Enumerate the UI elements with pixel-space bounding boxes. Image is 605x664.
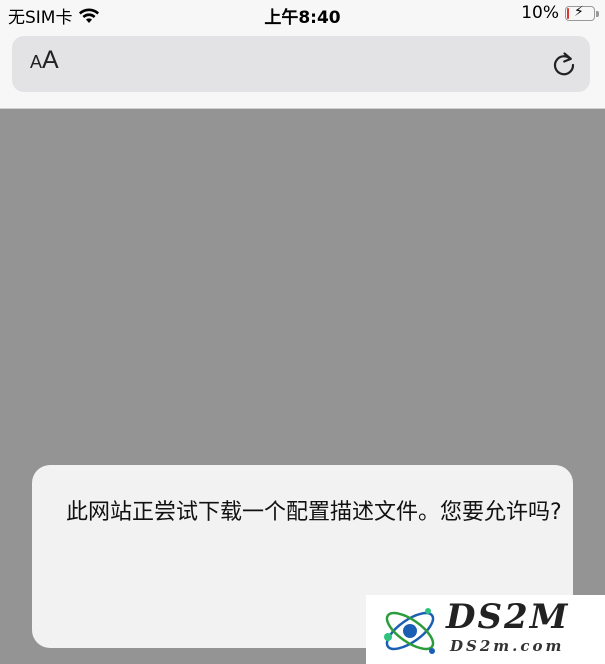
address-bar[interactable]: AA xyxy=(12,36,590,92)
watermark: DS2M DS2m.com xyxy=(366,595,605,664)
battery-level-fill xyxy=(567,7,569,19)
ds2m-logo-icon xyxy=(384,608,435,654)
alert-message: 此网站正尝试下载一个配置描述文件。您要允许吗? xyxy=(66,500,562,525)
reader-view-button[interactable]: AA xyxy=(30,46,59,75)
watermark-subtitle: DS2m.com xyxy=(450,637,565,655)
status-time: 上午8:40 xyxy=(264,8,341,28)
watermark-title: DS2M xyxy=(446,597,570,637)
reload-icon[interactable] xyxy=(550,50,578,78)
battery-icon: ⚡ xyxy=(565,3,599,21)
status-right: 10% ⚡ xyxy=(521,3,599,23)
reader-small-a: A xyxy=(30,52,43,72)
battery-percent: 10% xyxy=(521,3,559,23)
charging-bolt-icon: ⚡ xyxy=(574,3,584,20)
reader-big-a: A xyxy=(42,46,59,74)
browser-toolbar: AA xyxy=(0,28,605,109)
status-bar: 无SIM卡 上午8:40 10% ⚡ xyxy=(0,0,605,28)
